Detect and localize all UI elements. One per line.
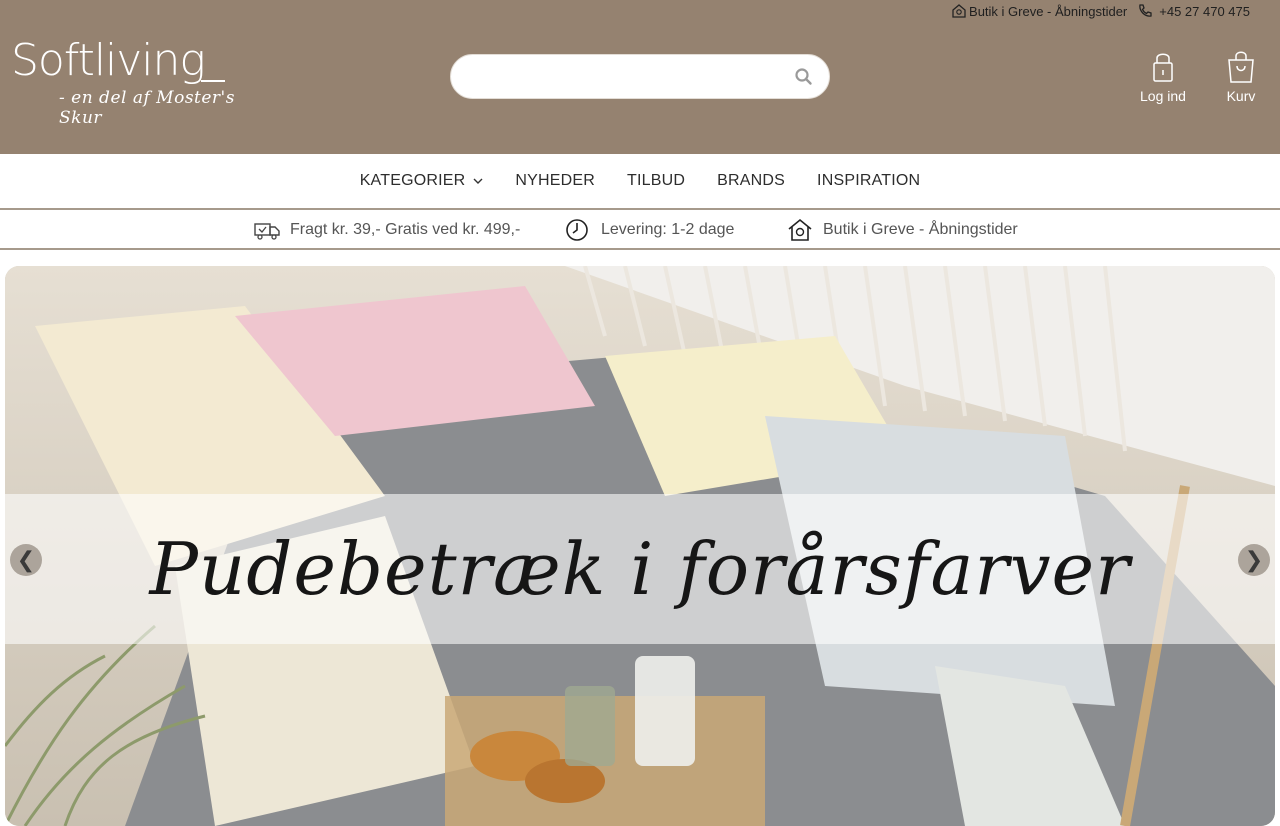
nav-item-inspiration[interactable]: INSPIRATION [801,172,936,190]
logo-name: Softliving [11,35,206,86]
bag-icon [1228,51,1254,83]
nav-item-brands[interactable]: BRANDS [701,172,801,190]
lock-icon [1153,53,1173,82]
logo-underline [201,80,225,82]
phone-link[interactable]: +45 27 470 475 [1137,3,1250,19]
topbar: Butik i Greve - Åbningstider +45 27 470 … [951,3,1250,19]
logo[interactable]: Softliving - en del af Moster's Skur [11,35,271,129]
usp-delivery-text: Levering: 1-2 dage [601,221,735,238]
usp-store-text: Butik i Greve - Åbningstider [823,221,1018,238]
usp-bar: Fragt kr. 39,- Gratis ved kr. 499,- Leve… [0,210,1280,250]
hero-banner[interactable]: Pudebetræk i forårsfarver ❮ ❯ [5,266,1275,826]
nav-item-label: INSPIRATION [817,172,921,189]
store-hours-label: Butik i Greve - Åbningstider [969,3,1128,19]
phone-icon [1139,4,1152,17]
nav-item-kategorier[interactable]: KATEGORIER [344,172,500,190]
nav-item-nyheder[interactable]: NYHEDER [499,172,611,190]
nav-item-label: TILBUD [627,172,686,189]
carousel-next-button[interactable]: ❯ [1238,544,1270,576]
chevron-down-icon [473,178,483,184]
carousel-prev-button[interactable]: ❮ [10,544,42,576]
nav-item-label: KATEGORIER [359,172,466,189]
usp-store[interactable]: Butik i Greve - Åbningstider [787,218,1018,242]
usp-shipping: Fragt kr. 39,- Gratis ved kr. 499,- [254,218,520,242]
nav-item-tilbud[interactable]: TILBUD [611,172,701,190]
login-button[interactable]: Log ind [1140,48,1186,104]
phone-number: +45 27 470 475 [1159,3,1250,19]
hero-headline: Pudebetræk i forårsfarver [149,527,1131,611]
store-hours-link[interactable]: Butik i Greve - Åbningstider [951,3,1127,19]
usp-delivery: Levering: 1-2 dage [565,218,734,242]
cart-button[interactable]: Kurv [1224,48,1258,104]
store-icon [952,4,966,18]
nav-item-label: NYHEDER [515,172,596,189]
house-icon [788,218,812,241]
truck-icon [254,223,280,240]
clock-icon [566,219,588,241]
cart-label: Kurv [1226,88,1256,104]
search-input[interactable] [471,55,771,98]
nav-item-label: BRANDS [717,172,786,189]
logo-tagline: - en del af Moster's Skur [59,88,235,128]
site-header: Butik i Greve - Åbningstider +45 27 470 … [0,0,1280,154]
usp-shipping-text: Fragt kr. 39,- Gratis ved kr. 499,- [290,221,521,238]
search-box [450,54,830,99]
search-icon[interactable] [793,66,815,88]
main-nav: KATEGORIER NYHEDER TILBUD BRANDS INSPIRA… [0,154,1280,210]
login-label: Log ind [1140,88,1186,104]
